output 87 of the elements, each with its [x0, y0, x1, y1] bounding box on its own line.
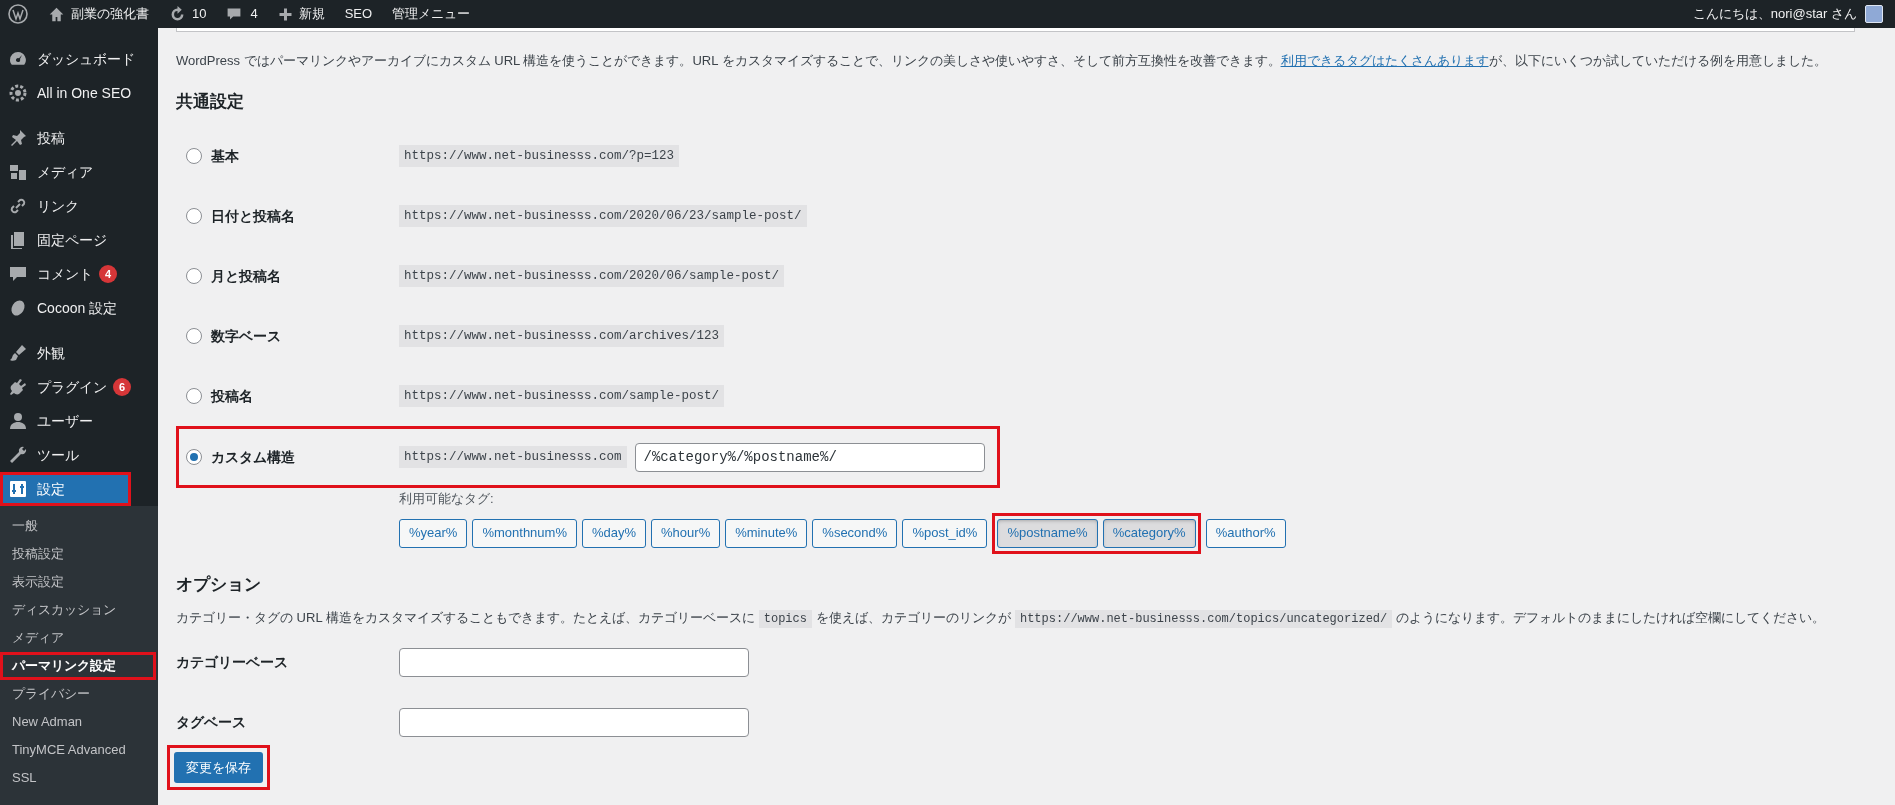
comments-link[interactable]: 4 [226, 4, 258, 24]
text-input-field[interactable] [399, 648, 749, 677]
sidebar-menu-item[interactable]: 外観 [0, 336, 158, 370]
site-name-link[interactable]: 副業の強化書 [48, 4, 149, 24]
option-label: 数字ベース [211, 326, 281, 346]
person-icon [8, 411, 28, 431]
submenu-item[interactable]: 一般 [0, 512, 158, 540]
radio-button[interactable] [186, 328, 202, 344]
sidebar-menu-item[interactable]: リンク [0, 189, 158, 223]
tag-button[interactable]: %postname% [997, 518, 1098, 548]
avatar[interactable] [1865, 5, 1883, 23]
submenu-item[interactable]: SSL [0, 764, 158, 792]
media-icon [8, 162, 28, 182]
submenu-item[interactable]: TinyMCE Advanced [0, 736, 158, 764]
section-heading: オプション [176, 573, 262, 596]
url-example: https://www.net-businesss.com/sample-post/ [399, 384, 725, 408]
sidebar-menu-item[interactable]: ユーザー [0, 404, 158, 438]
sidebar-menu-item[interactable]: 投稿 [0, 121, 158, 155]
text-input-field[interactable] [399, 708, 749, 737]
save-button[interactable]: 変更を保存 [174, 752, 263, 783]
intro-text: WordPress ではパーマリンクやアーカイブにカスタム URL 構造を使うことができます。URL をカスタマイズすることで、リンクの美しさや使いやすさ、そして前方互換性を改善できます。利用できるタグはたくさんありますが、以下にいくつか試していただける例を用意しました。 [176, 52, 1828, 70]
radio-button[interactable] [186, 148, 202, 164]
speech-bubble-icon [226, 6, 243, 22]
admin-menu-link[interactable]: 管理メニュー [392, 4, 471, 24]
tag-button[interactable]: %hour% [651, 518, 721, 548]
section-heading: 共通設定 [176, 90, 245, 113]
tag-button[interactable]: %year% [399, 518, 468, 548]
structure-input-field[interactable]: /%category%/%postname%/ [634, 442, 985, 472]
sidebar-menu-item[interactable]: 固定ページ [0, 223, 158, 257]
submenu-item[interactable]: New Adman [0, 708, 158, 736]
sidebar-menu-item[interactable]: 設定 [0, 472, 131, 506]
sidebar-menu-item[interactable]: ダッシュボード [0, 42, 158, 76]
option-label: 投稿名 [211, 386, 253, 406]
description-text: カテゴリー・タグの URL 構造をカスタマイズすることもできます。たとえば、カテゴリーベースに topics を使えば、カテゴリーのリンクが https://www.net-businesss.com/topics/uncategorized/ のようになります。デフォルトのままにしたければ空欄にしてください。 [176, 609, 1827, 628]
plug-icon [8, 377, 28, 397]
greeting-link[interactable]: こんにちは、nori@star さん [1692, 4, 1857, 24]
tag-button[interactable]: %second% [812, 518, 898, 548]
url-example: https://www.net-businesss.com [399, 445, 627, 469]
field-label: カテゴリーベース [176, 653, 289, 672]
gear-icon [8, 83, 28, 103]
url-example: https://www.net-businesss.com/?p=123 [399, 144, 680, 168]
chain-link-icon [8, 196, 28, 216]
submenu-item[interactable]: プライバシー [0, 680, 158, 708]
url-example: https://www.net-businesss.com/archives/123 [399, 324, 725, 348]
sidebar-menu-item[interactable]: プラグイン 6 [0, 370, 158, 404]
seo-link[interactable]: SEO [344, 4, 373, 24]
radio-button[interactable] [186, 449, 202, 465]
wrench-icon [8, 445, 28, 465]
option-label: 日付と投稿名 [211, 206, 295, 226]
tag-button[interactable]: %post_id% [902, 518, 988, 548]
submenu-item[interactable]: 表示設定 [0, 568, 158, 596]
tag-button[interactable]: %monthnum% [472, 518, 577, 548]
tag-button[interactable]: %author% [1205, 518, 1286, 548]
url-example: https://www.net-businesss.com/2020/06/sample-post/ [399, 264, 785, 288]
url-example: https://www.net-businesss.com/2020/06/23/sample-post/ [399, 204, 807, 228]
refresh-icon [169, 5, 186, 23]
sidebar-menu-item[interactable]: Cocoon 設定 [0, 291, 158, 325]
speech-bubble-icon [8, 264, 28, 284]
tag-button[interactable]: %minute% [725, 518, 808, 548]
new-content-link[interactable]: 新規 [277, 4, 325, 24]
paintbrush-icon [8, 343, 28, 363]
radio-button[interactable] [186, 208, 202, 224]
sidebar-menu-item[interactable]: コメント 4 [0, 257, 158, 291]
submenu-item[interactable]: パーマリンク設定 [0, 652, 156, 680]
count-badge: 4 [99, 265, 117, 283]
sidebar-menu-item[interactable]: メディア [0, 155, 158, 189]
option-label: 基本 [211, 146, 239, 166]
tag-button[interactable]: %category% [1102, 518, 1196, 548]
option-label: カスタム構造 [211, 447, 295, 467]
sidebar-menu-item[interactable]: All in One SEO [0, 76, 158, 110]
plus-icon [277, 6, 293, 22]
wordpress-logo-icon [8, 4, 28, 24]
field-label: タグベース [176, 713, 247, 732]
home-icon [48, 5, 65, 23]
radio-button[interactable] [186, 388, 202, 404]
sliders-icon [8, 479, 28, 499]
sidebar-menu-item[interactable]: ツール [0, 438, 158, 472]
count-badge: 6 [113, 378, 131, 396]
updates-link[interactable]: 10 [169, 4, 207, 24]
tag-button[interactable]: %day% [581, 518, 647, 548]
tags-label: 利用可能なタグ: [399, 490, 495, 508]
submenu-item[interactable]: メディア [0, 624, 158, 652]
help-link[interactable]: 利用できるタグはたくさんあります [1280, 53, 1489, 68]
radio-button[interactable] [186, 268, 202, 284]
submenu-item[interactable]: 投稿設定 [0, 540, 158, 568]
submenu-item[interactable]: ディスカッション [0, 596, 158, 624]
option-label: 月と投稿名 [211, 266, 281, 286]
